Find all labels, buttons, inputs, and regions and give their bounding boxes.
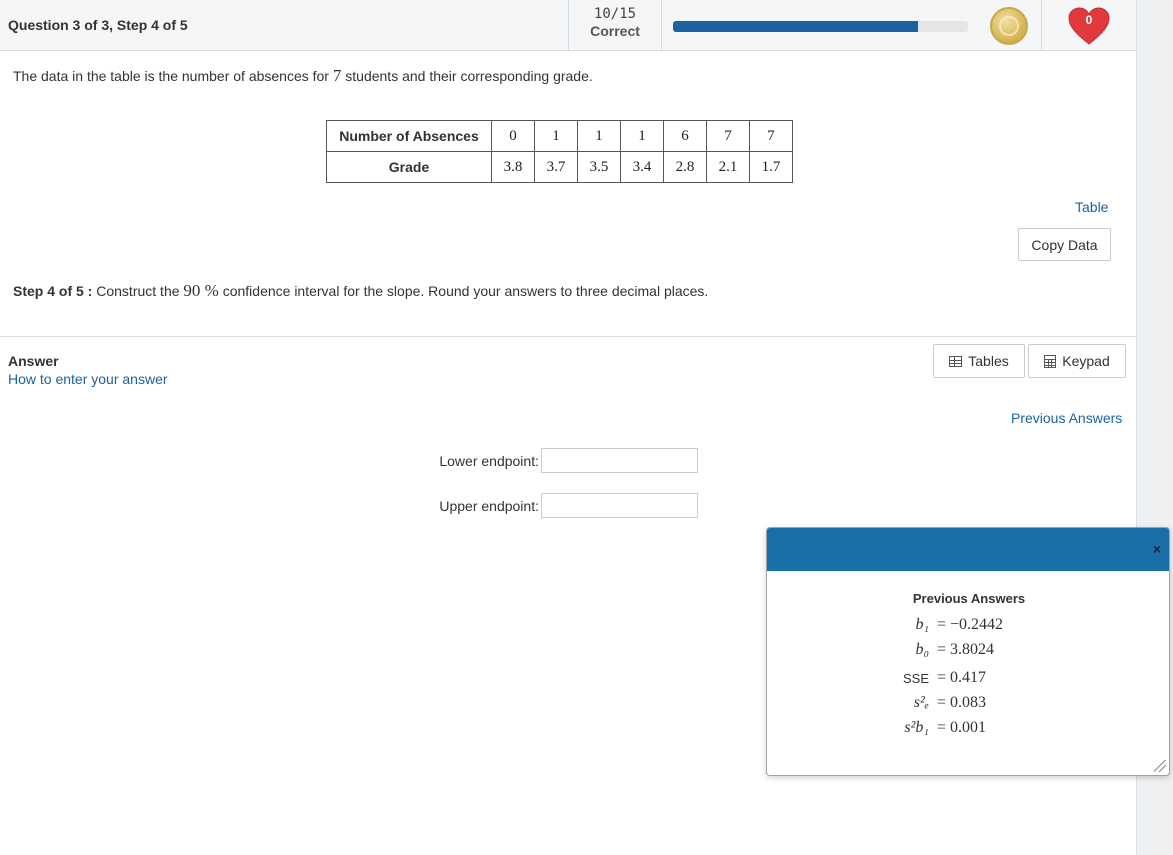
answer-value: = 0.001 <box>937 719 987 736</box>
row-header-grade: Grade <box>326 151 492 183</box>
question-header: Question 3 of 3, Step 4 of 5 10/15 Corre… <box>0 0 1136 51</box>
answer-label: Answer <box>8 353 59 369</box>
answer-value: = 0.417 <box>937 669 987 686</box>
progress-bar <box>673 21 968 32</box>
previous-answers-popup: × Previous Answers b₁ = −0.2442 b₀ = 3.8… <box>766 527 1170 776</box>
table-cell: 3.7 <box>534 151 578 183</box>
intro-text: The data in the table is the number of a… <box>13 66 593 86</box>
table-cell: 3.8 <box>491 151 535 183</box>
tables-button[interactable]: Tables <box>933 344 1025 378</box>
resize-handle-icon[interactable] <box>1154 760 1166 772</box>
answer-symbol: b₀ <box>915 641 929 658</box>
data-table: Number of Absences 0 1 1 1 6 7 7 Grade 3… <box>326 120 793 183</box>
popup-title: Previous Answers <box>912 591 1026 606</box>
hearts-cell: 0 <box>1041 0 1136 51</box>
table-cell: 2.1 <box>706 151 750 183</box>
popup-header[interactable]: × <box>767 528 1169 571</box>
coin-icon[interactable] <box>990 7 1028 45</box>
calculator-icon <box>1044 354 1057 368</box>
tables-button-label: Tables <box>968 353 1009 369</box>
answer-symbol: SSE <box>902 670 929 686</box>
close-icon[interactable]: × <box>1153 541 1161 557</box>
table-cell: 3.4 <box>620 151 664 183</box>
table-cell: 1 <box>534 120 578 152</box>
step-label: Step 4 of 5 : <box>13 283 93 299</box>
answer-value: = 3.8024 <box>937 641 995 658</box>
intro-after: students and their corresponding grade. <box>341 68 593 84</box>
answer-symbol: b₁ <box>915 616 929 633</box>
table-cell: 1 <box>620 120 664 152</box>
table-cell: 6 <box>663 120 707 152</box>
section-divider <box>0 336 1136 337</box>
table-cell: 1 <box>577 120 621 152</box>
score-box: 10/15 Correct <box>568 0 662 51</box>
score-label: Correct <box>590 23 640 39</box>
answer-value: = 0.083 <box>937 694 987 711</box>
intro-before: The data in the table is the number of a… <box>13 68 333 84</box>
table-cell: 0 <box>491 120 535 152</box>
keypad-button[interactable]: Keypad <box>1028 344 1126 378</box>
table-cell: 1.7 <box>749 151 793 183</box>
previous-answer-row: s²ₑ = 0.083 <box>897 692 1097 714</box>
table-cell: 2.8 <box>663 151 707 183</box>
answer-symbol: s²ₑ <box>913 694 929 711</box>
previous-answers-link[interactable]: Previous Answers <box>1011 410 1122 426</box>
question-title: Question 3 of 3, Step 4 of 5 <box>8 17 188 33</box>
previous-answer-row: s²b₁ = 0.001 <box>897 717 1097 739</box>
upper-endpoint-input[interactable] <box>541 493 698 518</box>
answer-value: = −0.2442 <box>937 616 1004 633</box>
table-grid-icon <box>949 355 963 367</box>
hearts-count: 0 <box>1085 13 1093 27</box>
step-percent: 90 % <box>183 281 219 300</box>
lower-endpoint-input[interactable] <box>541 448 698 473</box>
table-link[interactable]: Table <box>1075 199 1108 215</box>
table-row: Grade 3.8 3.7 3.5 3.4 2.8 2.1 1.7 <box>326 151 793 183</box>
previous-answer-row: b₀ = 3.8024 <box>897 639 1097 661</box>
keypad-button-label: Keypad <box>1062 353 1110 369</box>
previous-answer-row: SSE = 0.417 <box>897 667 1097 689</box>
progress-fill <box>673 21 918 32</box>
answer-symbol: s²b₁ <box>904 719 929 736</box>
step-instructions: Step 4 of 5 : Construct the 90 % confide… <box>13 281 708 301</box>
table-cell: 3.5 <box>577 151 621 183</box>
table-row: Number of Absences 0 1 1 1 6 7 7 <box>326 120 793 152</box>
score-value: 10/15 <box>593 6 637 22</box>
lower-endpoint-label: Lower endpoint: <box>439 453 539 469</box>
how-to-enter-link[interactable]: How to enter your answer <box>8 371 168 387</box>
step-after: confidence interval for the slope. Round… <box>218 283 709 299</box>
step-before: Construct the <box>92 283 184 299</box>
copy-data-button[interactable]: Copy Data <box>1018 228 1111 261</box>
row-header-absences: Number of Absences <box>326 120 492 152</box>
table-cell: 7 <box>706 120 750 152</box>
previous-answer-row: b₁ = −0.2442 <box>897 614 1097 636</box>
table-cell: 7 <box>749 120 793 152</box>
upper-endpoint-label: Upper endpoint: <box>439 498 539 514</box>
